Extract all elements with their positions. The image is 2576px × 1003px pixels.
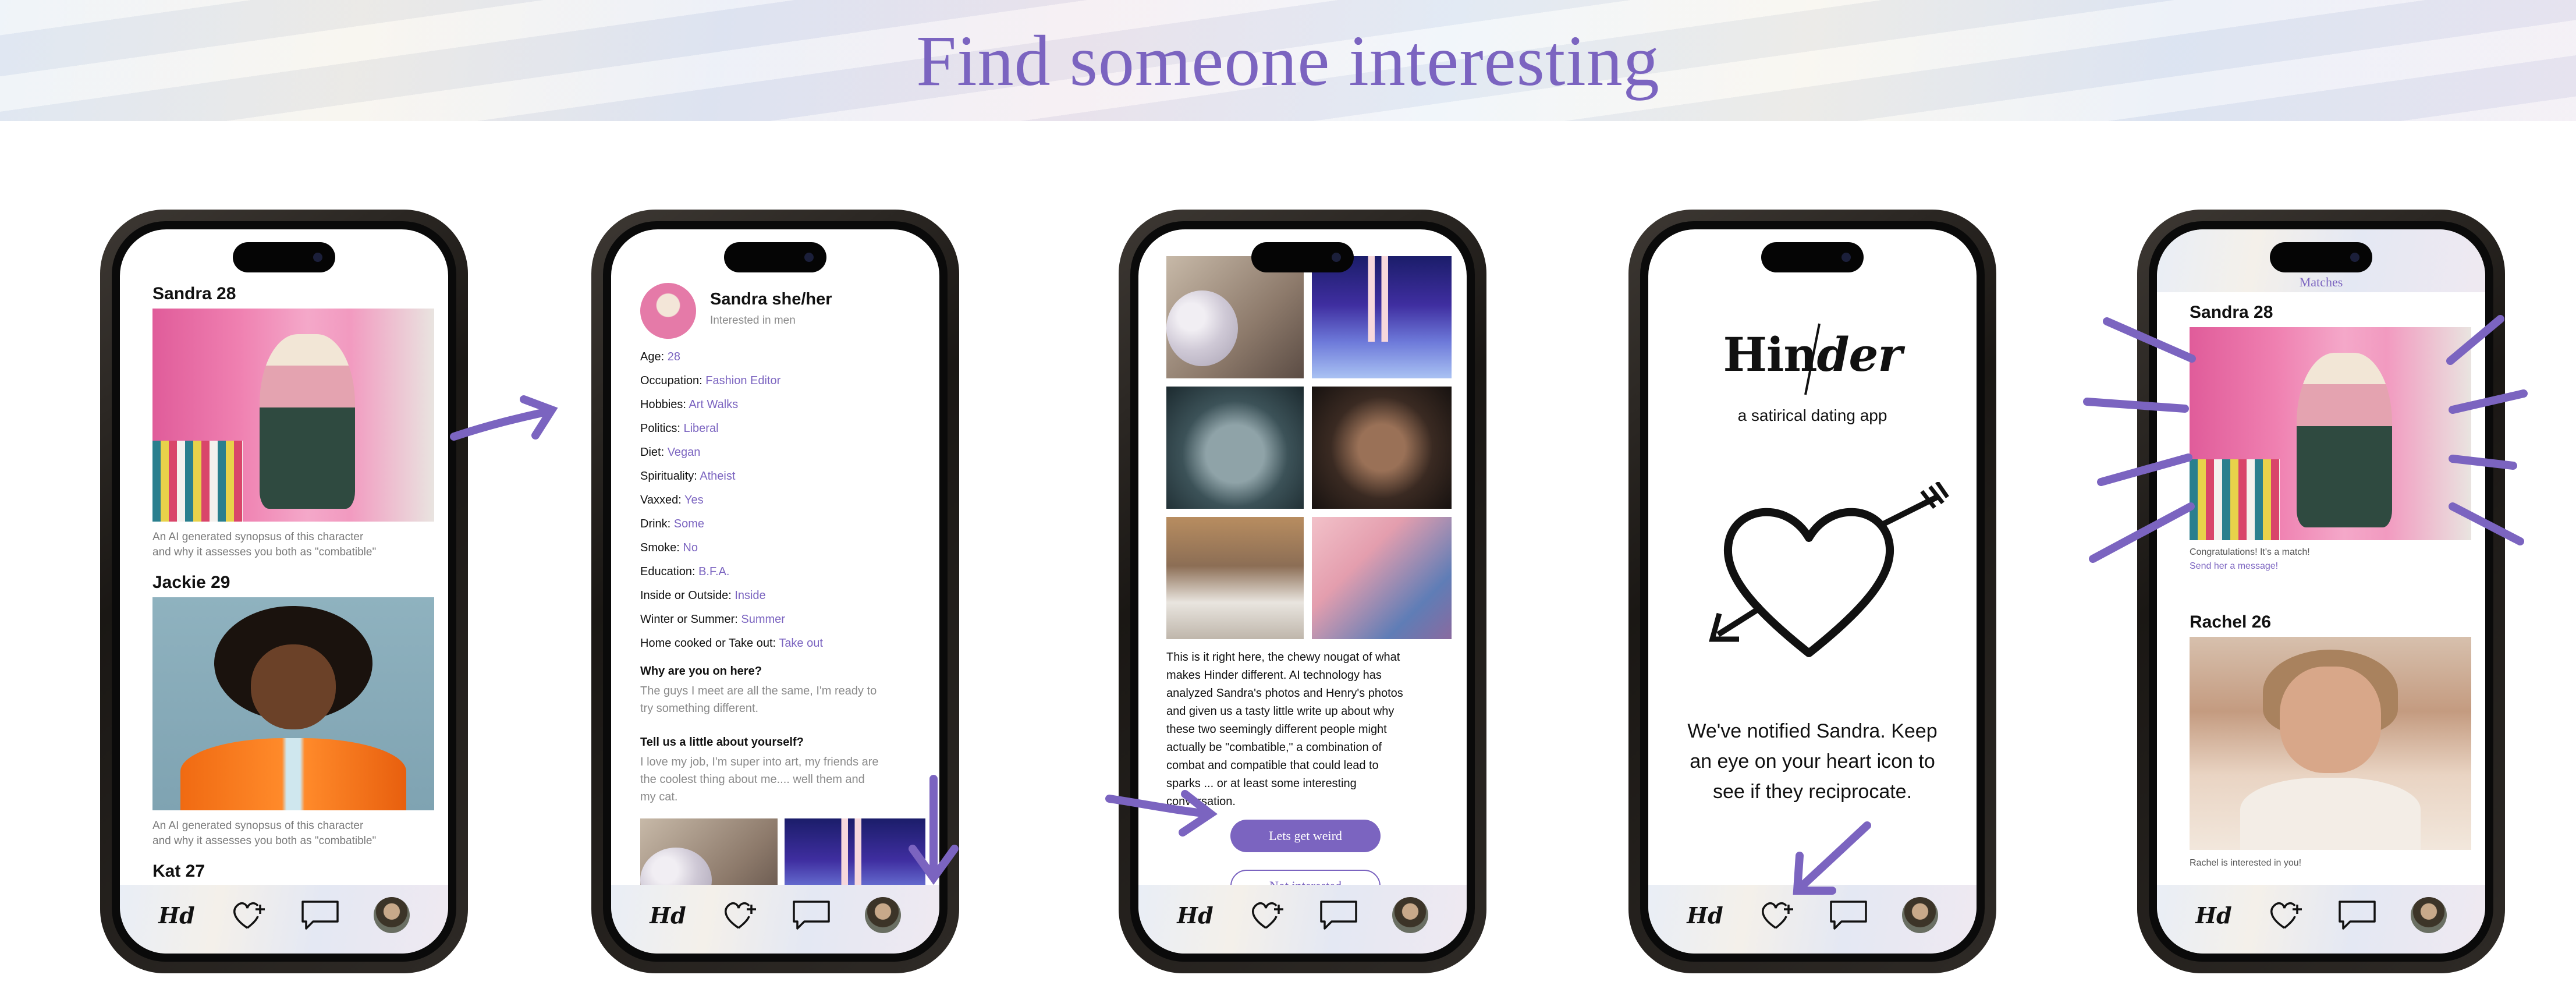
burst-line-icon bbox=[2103, 317, 2196, 363]
burst-line-icon bbox=[2089, 502, 2195, 563]
annotation-overlay bbox=[450, 315, 2528, 895]
burst-line-icon bbox=[2446, 315, 2504, 365]
burst-line-icon bbox=[2449, 502, 2524, 545]
burst-line-icon bbox=[2097, 453, 2192, 486]
arrow-icon bbox=[1797, 821, 1871, 891]
burst-line-icon bbox=[2083, 398, 2189, 413]
burst-line-icon bbox=[2449, 389, 2528, 414]
burst-line-icon bbox=[2449, 455, 2517, 470]
